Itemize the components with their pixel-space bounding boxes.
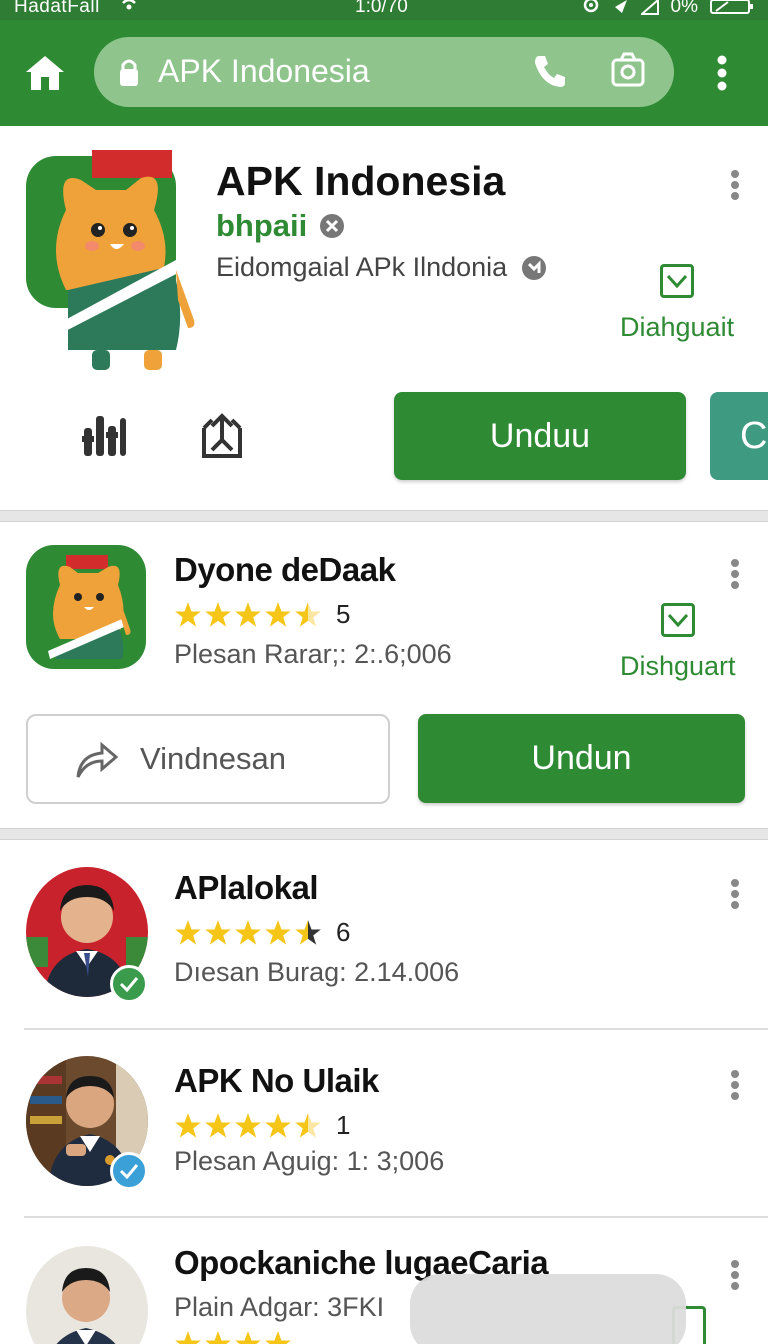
saved-toggle[interactable]: Diahguait <box>620 264 734 343</box>
rating-count: 5 <box>336 599 351 629</box>
rating-count: 1 <box>336 1110 351 1140</box>
star-half-icon <box>295 1112 321 1138</box>
battery-icon <box>710 0 753 14</box>
more-options-button[interactable] <box>728 1070 742 1100</box>
list-item[interactable]: APK No Ulaik 1 Plesan Aguig: 1: 3;006 <box>0 1032 768 1218</box>
star-rating: 5 <box>174 599 350 630</box>
app-description-row: Eidomgaial APk Ilndonia <box>216 252 547 283</box>
app-name[interactable]: APlalokal <box>174 869 319 907</box>
more-options-button[interactable] <box>728 1260 742 1290</box>
section-divider <box>0 510 768 522</box>
app-name[interactable]: APK No Ulaik <box>174 1062 379 1100</box>
star-icon <box>265 1331 291 1344</box>
star-rating <box>174 1330 292 1344</box>
verified-icon <box>110 965 148 1003</box>
star-rating: 1 <box>174 1110 350 1141</box>
verified-icon <box>320 214 345 238</box>
app-mascot-icon <box>26 545 146 669</box>
avatar <box>26 1246 148 1344</box>
browser-toolbar: APK Indonesia <box>0 20 768 126</box>
star-icon <box>205 601 231 627</box>
rating-count: 6 <box>336 917 351 947</box>
saved-label: Dishguart <box>620 651 736 681</box>
navigation-icon <box>614 0 627 13</box>
more-options-button[interactable] <box>728 879 742 909</box>
list-divider <box>24 1216 768 1218</box>
share-label: Vindnesan <box>140 741 286 776</box>
download-button[interactable]: Unduu <box>394 392 686 480</box>
star-icon <box>265 919 291 945</box>
app-title: APK Indonesia <box>216 158 506 204</box>
status-icons: 0% <box>581 0 754 18</box>
browser-menu-button[interactable] <box>706 50 738 96</box>
home-button[interactable] <box>22 50 68 96</box>
star-icon <box>175 919 201 945</box>
checkbox-icon <box>660 264 695 298</box>
floating-overlay <box>410 1274 686 1344</box>
signal-icon <box>640 0 659 15</box>
star-icon <box>235 1331 261 1344</box>
camera-icon[interactable] <box>610 51 646 89</box>
star-icon <box>175 1112 201 1138</box>
developer-row[interactable]: bhpaii <box>216 208 345 244</box>
lock-icon <box>120 59 138 86</box>
download-button[interactable]: Undun <box>418 714 745 803</box>
app-meta: Plesan Aguig: 1: 3;006 <box>174 1146 445 1176</box>
app-description: Eidomgaial APk Ilndonia <box>216 252 508 282</box>
share-button[interactable]: Vindnesan <box>26 714 390 804</box>
section-divider <box>0 828 768 840</box>
location-icon <box>583 0 598 13</box>
status-bar: HadatFall 1:0/70 0% <box>0 0 768 20</box>
star-icon <box>205 919 231 945</box>
developer-name[interactable]: bhpaii <box>216 208 307 244</box>
checkbox-icon <box>660 603 695 637</box>
more-options-button[interactable] <box>728 559 742 589</box>
home-icon <box>26 56 64 90</box>
star-rating: 6 <box>174 917 350 948</box>
app-meta: Dıesan Burag: 2.14.006 <box>174 957 460 987</box>
list-item[interactable]: Dyone deDaak 5 Plesan Rarar;: 2:.6;006 D… <box>0 523 768 827</box>
phone-icon[interactable] <box>532 53 568 89</box>
star-icon <box>175 1331 201 1344</box>
star-icon <box>235 601 261 627</box>
more-vert-icon <box>717 55 727 91</box>
share-arrow-icon <box>76 741 118 778</box>
star-icon <box>175 601 201 627</box>
info-icon <box>522 255 547 280</box>
battery-percent: 0% <box>670 0 698 17</box>
equalizer-icon[interactable] <box>80 412 128 460</box>
more-options-button[interactable] <box>728 170 742 200</box>
star-icon <box>205 1331 231 1344</box>
verified-icon <box>110 1152 148 1190</box>
carrier-label: HadatFall <box>14 0 100 17</box>
list-item[interactable]: APlalokal 6 Dıesan Burag: 2.14.006 <box>0 841 768 1031</box>
app-meta: Plesan Rarar;: 2:.6;006 <box>174 639 452 669</box>
app-meta: Plain Adgar: 3FKI <box>174 1292 385 1322</box>
address-text[interactable]: APK Indonesia <box>158 53 370 90</box>
star-icon <box>265 1112 291 1138</box>
address-bar[interactable]: APK Indonesia <box>94 37 674 107</box>
star-half-icon <box>295 919 321 945</box>
star-icon <box>235 1112 261 1138</box>
star-half-icon <box>295 601 321 627</box>
share-box-icon[interactable] <box>198 410 246 460</box>
saved-toggle[interactable]: Dishguart <box>620 603 736 682</box>
app-mascot-icon <box>26 150 195 370</box>
secondary-action-button[interactable]: C <box>710 392 768 480</box>
clock: 1:0/70 <box>355 0 408 17</box>
featured-app-card: APK Indonesia bhpaii Eidomgaial APk Ilnd… <box>0 126 768 512</box>
star-icon <box>265 601 291 627</box>
star-icon <box>205 1112 231 1138</box>
saved-label: Diahguait <box>620 312 735 342</box>
wifi-icon <box>119 0 139 10</box>
star-icon <box>235 919 261 945</box>
list-divider <box>24 1028 768 1030</box>
app-name[interactable]: Dyone deDaak <box>174 551 396 589</box>
